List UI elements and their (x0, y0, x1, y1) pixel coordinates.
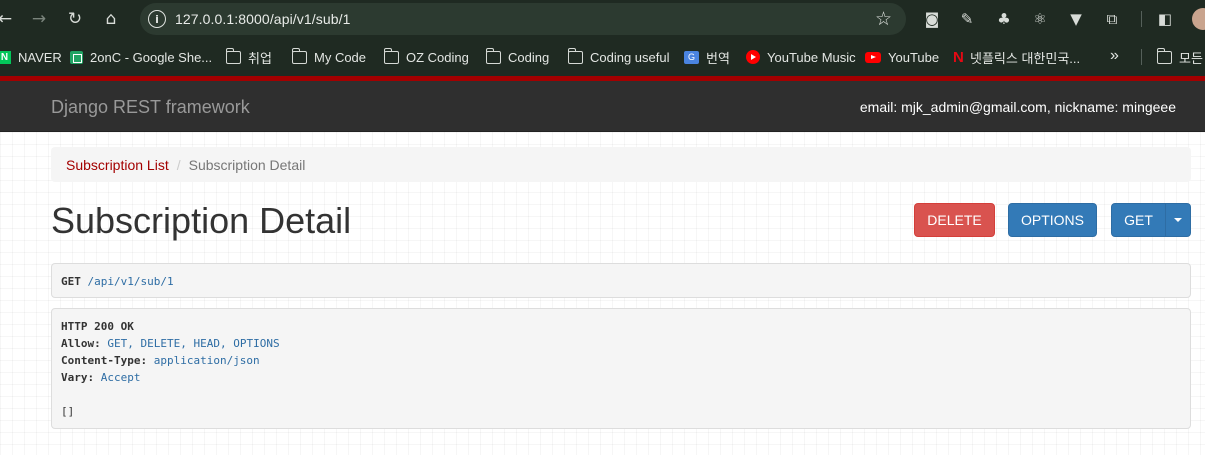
bookmark-star-icon[interactable]: ☆ (875, 8, 892, 30)
side-panel-icon[interactable]: ◧ (1155, 9, 1175, 29)
browser-toolbar: ← → ↻ ⌂ i 127.0.0.1:8000/api/v1/sub/1 ☆ … (0, 0, 1205, 38)
back-icon[interactable]: ← (0, 8, 16, 30)
forward-icon[interactable]: → (28, 8, 50, 30)
user-info: email: mjk_admin@gmail.com, nickname: mi… (859, 99, 1176, 115)
response-status: HTTP 200 OK (61, 320, 134, 333)
response-info: HTTP 200 OK Allow: GET, DELETE, HEAD, OP… (51, 308, 1191, 429)
bookmark-youtube-music[interactable]: YouTube Music (746, 48, 856, 66)
delete-button[interactable]: DELETE (914, 203, 995, 237)
response-body: [] (61, 405, 75, 418)
get-format-dropdown[interactable] (1165, 203, 1191, 237)
get-button[interactable]: GET (1111, 203, 1166, 237)
folder-icon (383, 47, 399, 64)
vue-devtools-icon[interactable]: ▼ (1066, 9, 1086, 29)
folder-icon (485, 47, 501, 64)
breadcrumb: Subscription List / Subscription Detail (51, 147, 1191, 182)
breadcrumb-separator: / (176, 157, 181, 173)
extensions-puzzle-icon[interactable]: ⧉ (1102, 9, 1122, 29)
brand-link[interactable]: Django REST framework (51, 97, 250, 118)
react-devtools-icon[interactable]: ⚛ (1030, 9, 1050, 29)
response-header-content-type: Content-Type: application/json (61, 354, 260, 367)
bookmark-folder-oz-coding[interactable]: OZ Coding (383, 47, 469, 66)
google-sheets-icon (70, 50, 83, 64)
bookmark-all-bookmarks[interactable]: 모든 (1156, 47, 1203, 66)
bookmark-folder-jobs[interactable]: 취업 (225, 47, 272, 66)
request-info: GET /api/v1/sub/1 (51, 263, 1191, 298)
folder-icon (225, 47, 241, 64)
profile-avatar[interactable] (1192, 8, 1205, 30)
toolbar-divider (1141, 11, 1142, 27)
translate-icon: G (684, 50, 699, 64)
reload-icon[interactable]: ↻ (64, 8, 86, 30)
bookmarks-more-icon[interactable]: » (1110, 47, 1119, 65)
bookmark-naver[interactable]: N NAVER (0, 48, 62, 66)
youtube-icon (865, 51, 881, 63)
bookmark-google-sheets[interactable]: 2onC - Google She... (70, 48, 212, 66)
request-method: GET (61, 275, 81, 288)
bookmark-translate[interactable]: G 번역 (684, 48, 730, 66)
options-button[interactable]: OPTIONS (1008, 203, 1097, 237)
address-bar[interactable]: i 127.0.0.1:8000/api/v1/sub/1 ☆ (140, 3, 906, 35)
navbar: Django REST framework email: mjk_admin@g… (0, 81, 1205, 132)
naver-icon: N (0, 50, 11, 64)
home-icon[interactable]: ⌂ (100, 8, 122, 30)
folder-icon (1156, 47, 1172, 64)
page-title: Subscription Detail (51, 200, 352, 241)
response-header-vary: Vary: Accept (61, 371, 141, 384)
bookmark-folder-coding[interactable]: Coding (485, 47, 549, 66)
caret-down-icon (1174, 218, 1182, 222)
folder-icon (291, 47, 307, 64)
bookmarks-divider (1141, 49, 1142, 65)
response-header-allow: Allow: GET, DELETE, HEAD, OPTIONS (61, 337, 280, 350)
request-path: /api/v1/sub/1 (87, 275, 174, 288)
eyedropper-icon[interactable]: ✎ (957, 9, 977, 29)
breadcrumb-current: Subscription Detail (188, 157, 306, 173)
netflix-icon: N (953, 48, 964, 66)
camera-icon[interactable]: ◙ (922, 9, 942, 29)
breadcrumb-link-subscription-list[interactable]: Subscription List (66, 157, 169, 173)
bookmark-netflix[interactable]: N 넷플릭스 대한민국... (953, 48, 1080, 66)
url-text[interactable]: 127.0.0.1:8000/api/v1/sub/1 (175, 11, 351, 27)
site-info-icon[interactable]: i (148, 10, 166, 28)
bookmark-folder-coding-useful[interactable]: Coding useful (567, 47, 670, 66)
youtube-music-icon (746, 50, 760, 64)
extension-icon[interactable]: ♣ (994, 9, 1014, 29)
bookmark-youtube[interactable]: YouTube (865, 48, 939, 66)
bookmarks-bar: N NAVER 2onC - Google She... 취업 My Code O… (0, 38, 1205, 76)
folder-icon (567, 47, 583, 64)
bookmark-folder-my-code[interactable]: My Code (291, 47, 366, 66)
